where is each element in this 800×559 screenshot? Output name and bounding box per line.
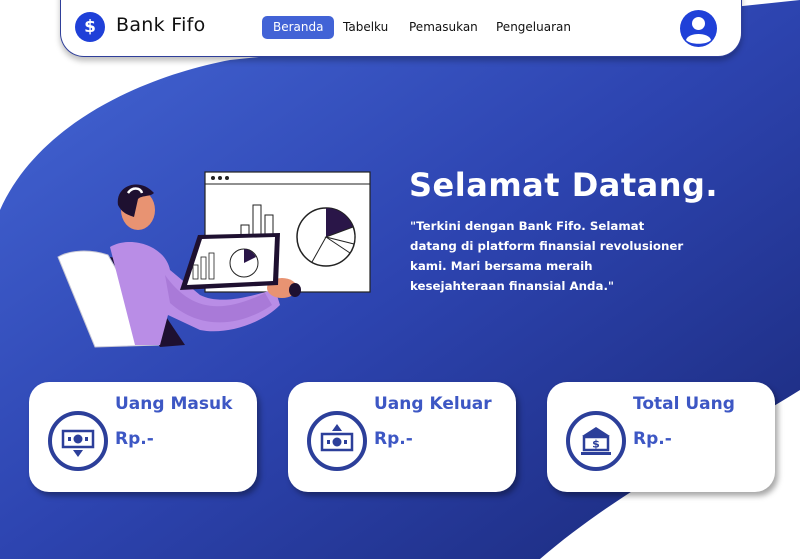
card-title: Uang Masuk [115, 394, 233, 414]
card-title: Total Uang [633, 394, 735, 414]
money-in-icon [48, 411, 108, 471]
nav-link-pengeluaran[interactable]: Pengeluaran [496, 16, 571, 39]
nav-link-pemasukan[interactable]: Pemasukan [409, 16, 478, 39]
dollar-logo-icon: $ [75, 12, 105, 42]
money-out-icon [307, 411, 367, 471]
card-title: Uang Keluar [374, 394, 492, 414]
hero-description: "Terkini dengan Bank Fifo. Selamat datan… [410, 219, 684, 293]
card-value: Rp.- [115, 429, 154, 449]
brand-name: Bank Fifo [116, 14, 206, 36]
card-value: Rp.- [374, 429, 413, 449]
card-value: Rp.- [633, 429, 672, 449]
user-circle-icon[interactable] [680, 10, 717, 47]
person-analytics-illustration [57, 171, 371, 348]
card-uang-keluar[interactable]: Uang Keluar Rp.- [288, 382, 516, 492]
bank-icon: $ [566, 411, 626, 471]
card-total-uang[interactable]: $ Total Uang Rp.- [547, 382, 775, 492]
card-uang-masuk[interactable]: Uang Masuk Rp.- [29, 382, 257, 492]
nav-link-beranda[interactable]: Beranda [262, 16, 335, 39]
navbar: $ Bank Fifo Beranda Tabelku Pemasukan Pe… [60, 0, 742, 57]
svg-text:$: $ [592, 438, 600, 451]
nav-link-tabelku[interactable]: Tabelku [343, 16, 388, 39]
hero-title: Selamat Datang. [409, 166, 719, 204]
